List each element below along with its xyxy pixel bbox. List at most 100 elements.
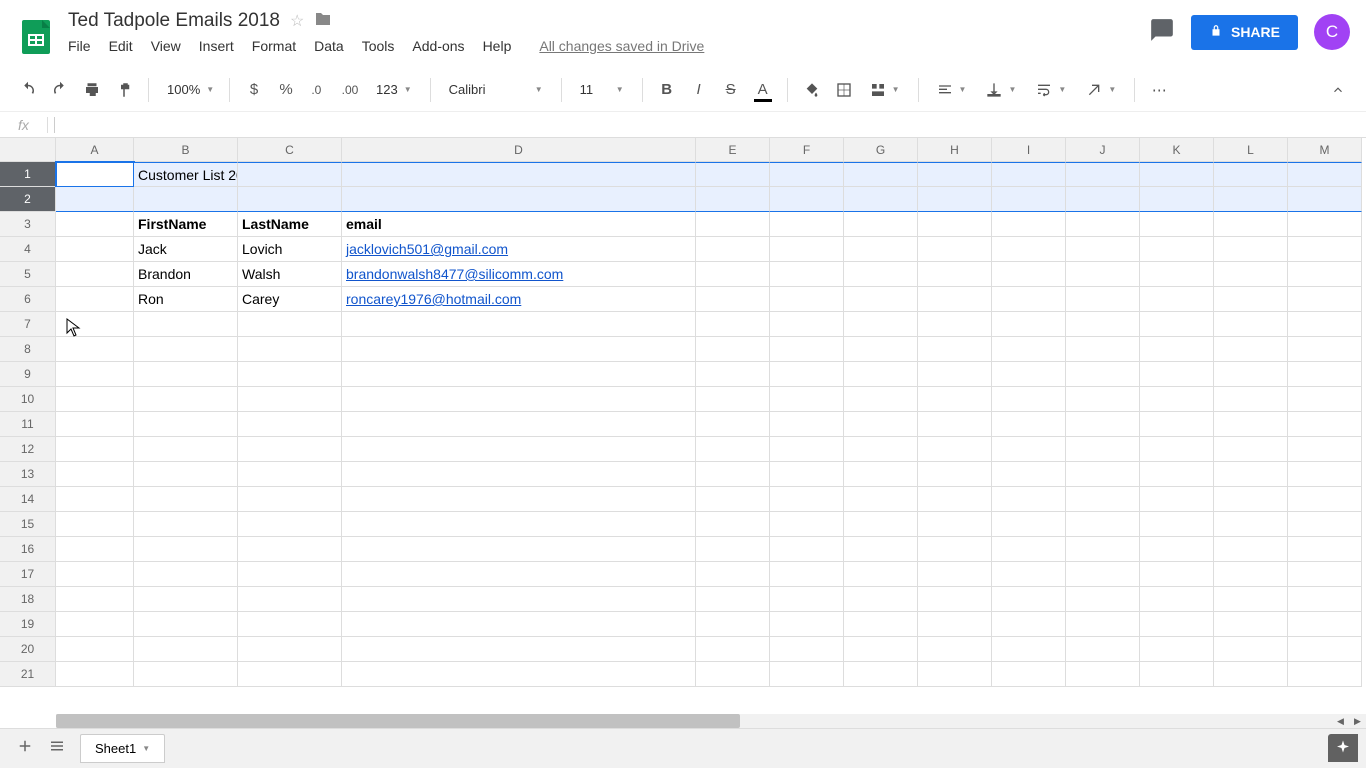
bold-icon[interactable]: B <box>653 76 681 104</box>
sheets-logo[interactable] <box>16 16 56 56</box>
cell-B14[interactable] <box>134 487 238 512</box>
scroll-left-icon[interactable]: ◀ <box>1332 714 1349 728</box>
cell-B18[interactable] <box>134 587 238 612</box>
cell-F13[interactable] <box>770 462 844 487</box>
cell-J1[interactable] <box>1066 162 1140 187</box>
folder-icon[interactable] <box>314 11 332 32</box>
cell-B16[interactable] <box>134 537 238 562</box>
cell-A18[interactable] <box>56 587 134 612</box>
cell-C14[interactable] <box>238 487 342 512</box>
cell-J14[interactable] <box>1066 487 1140 512</box>
menu-format[interactable]: Format <box>252 38 296 54</box>
menu-tools[interactable]: Tools <box>362 38 395 54</box>
cell-L14[interactable] <box>1214 487 1288 512</box>
rotate-dropdown[interactable]: ▼ <box>1078 82 1124 98</box>
cell-L7[interactable] <box>1214 312 1288 337</box>
cell-A1[interactable] <box>56 162 134 187</box>
cell-I19[interactable] <box>992 612 1066 637</box>
cell-A2[interactable] <box>56 187 134 212</box>
cell-F2[interactable] <box>770 187 844 212</box>
cell-L11[interactable] <box>1214 412 1288 437</box>
cell-L9[interactable] <box>1214 362 1288 387</box>
cell-M5[interactable] <box>1288 262 1362 287</box>
cell-A14[interactable] <box>56 487 134 512</box>
row-header-1[interactable]: 1 <box>0 162 56 187</box>
menu-insert[interactable]: Insert <box>199 38 234 54</box>
add-sheet-icon[interactable] <box>16 737 34 760</box>
explore-button[interactable] <box>1328 734 1358 762</box>
cell-E7[interactable] <box>696 312 770 337</box>
cell-B8[interactable] <box>134 337 238 362</box>
cell-H10[interactable] <box>918 387 992 412</box>
cell-A4[interactable] <box>56 237 134 262</box>
cell-J9[interactable] <box>1066 362 1140 387</box>
row-header-14[interactable]: 14 <box>0 487 56 512</box>
cell-B13[interactable] <box>134 462 238 487</box>
cell-C2[interactable] <box>238 187 342 212</box>
cell-F12[interactable] <box>770 437 844 462</box>
cell-J11[interactable] <box>1066 412 1140 437</box>
fx-icon[interactable]: fx <box>0 117 48 133</box>
cell-I10[interactable] <box>992 387 1066 412</box>
cell-M19[interactable] <box>1288 612 1362 637</box>
row-header-4[interactable]: 4 <box>0 237 56 262</box>
cell-C6[interactable]: Carey <box>238 287 342 312</box>
cell-E11[interactable] <box>696 412 770 437</box>
cell-K20[interactable] <box>1140 637 1214 662</box>
cell-G4[interactable] <box>844 237 918 262</box>
cell-E1[interactable] <box>696 162 770 187</box>
cell-C12[interactable] <box>238 437 342 462</box>
cell-D4[interactable]: jacklovich501@gmail.com <box>342 237 696 262</box>
cell-H15[interactable] <box>918 512 992 537</box>
cell-G7[interactable] <box>844 312 918 337</box>
cell-F3[interactable] <box>770 212 844 237</box>
col-header-H[interactable]: H <box>918 138 992 162</box>
cell-H21[interactable] <box>918 662 992 687</box>
avatar[interactable]: C <box>1314 14 1350 50</box>
col-header-J[interactable]: J <box>1066 138 1140 162</box>
cell-A15[interactable] <box>56 512 134 537</box>
cell-G9[interactable] <box>844 362 918 387</box>
cell-D5[interactable]: brandonwalsh8477@silicomm.com <box>342 262 696 287</box>
cell-H2[interactable] <box>918 187 992 212</box>
cell-A10[interactable] <box>56 387 134 412</box>
cell-H1[interactable] <box>918 162 992 187</box>
cell-G15[interactable] <box>844 512 918 537</box>
cell-A21[interactable] <box>56 662 134 687</box>
cell-F6[interactable] <box>770 287 844 312</box>
cell-G11[interactable] <box>844 412 918 437</box>
cell-H8[interactable] <box>918 337 992 362</box>
row-header-12[interactable]: 12 <box>0 437 56 462</box>
cell-H11[interactable] <box>918 412 992 437</box>
cell-D18[interactable] <box>342 587 696 612</box>
cell-A19[interactable] <box>56 612 134 637</box>
row-header-9[interactable]: 9 <box>0 362 56 387</box>
col-header-I[interactable]: I <box>992 138 1066 162</box>
cell-H6[interactable] <box>918 287 992 312</box>
number-format-dropdown[interactable]: 123▼ <box>368 82 420 97</box>
cell-M2[interactable] <box>1288 187 1362 212</box>
font-size-dropdown[interactable]: 11▼ <box>572 82 632 97</box>
cell-H19[interactable] <box>918 612 992 637</box>
cell-E10[interactable] <box>696 387 770 412</box>
cell-I2[interactable] <box>992 187 1066 212</box>
cell-J4[interactable] <box>1066 237 1140 262</box>
cell-L12[interactable] <box>1214 437 1288 462</box>
valign-dropdown[interactable]: ▼ <box>978 82 1024 98</box>
cell-K11[interactable] <box>1140 412 1214 437</box>
collapse-toolbar-icon[interactable] <box>1324 76 1352 104</box>
col-header-A[interactable]: A <box>56 138 134 162</box>
cell-F15[interactable] <box>770 512 844 537</box>
cell-F21[interactable] <box>770 662 844 687</box>
cell-J15[interactable] <box>1066 512 1140 537</box>
cell-I11[interactable] <box>992 412 1066 437</box>
text-color-icon[interactable]: A <box>749 76 777 104</box>
cell-D19[interactable] <box>342 612 696 637</box>
increase-decimal-icon[interactable]: .00 <box>336 76 364 104</box>
cell-A3[interactable] <box>56 212 134 237</box>
cell-B11[interactable] <box>134 412 238 437</box>
cell-M20[interactable] <box>1288 637 1362 662</box>
cell-C1[interactable] <box>238 162 342 187</box>
font-dropdown[interactable]: Calibri▼ <box>441 82 551 97</box>
cell-F8[interactable] <box>770 337 844 362</box>
